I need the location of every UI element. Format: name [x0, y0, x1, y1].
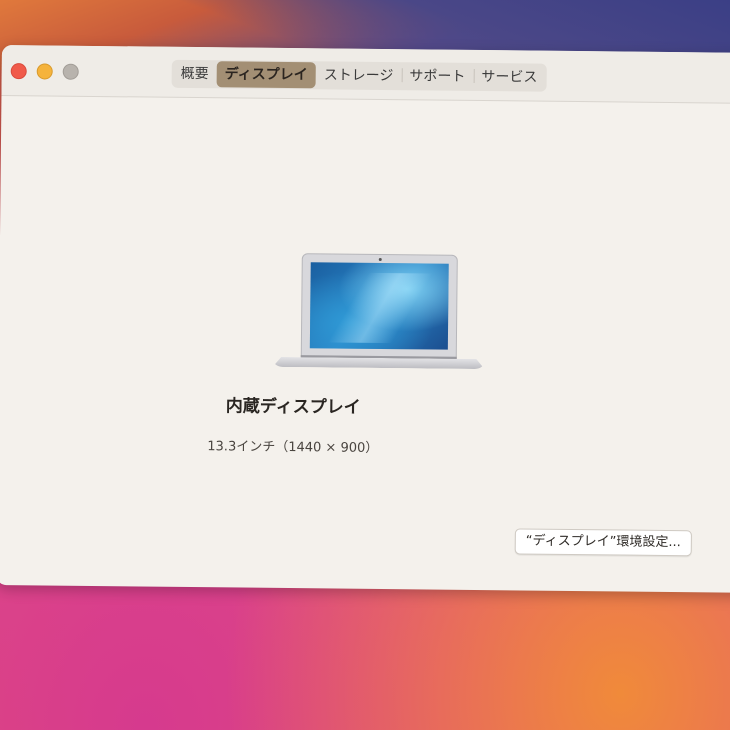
- display-preferences-button[interactable]: “ディスプレイ”環境設定...: [514, 528, 692, 557]
- tab-bar: 概要 ディスプレイ ストレージ サポート サービス: [171, 59, 547, 92]
- tab-service[interactable]: サービス: [473, 64, 545, 91]
- tab-displays[interactable]: ディスプレイ: [216, 61, 316, 89]
- tab-storage[interactable]: ストレージ: [316, 62, 402, 89]
- minimize-window-button[interactable]: [36, 63, 53, 80]
- display-spec: 13.3インチ（1440 × 900）: [207, 439, 379, 456]
- display-name: 内蔵ディスプレイ: [225, 396, 361, 418]
- zoom-window-button[interactable]: [62, 63, 79, 80]
- laptop-lid: [300, 253, 458, 359]
- about-this-mac-window: 概要 ディスプレイ ストレージ サポート サービス 内蔵ディスプレイ 13.3イ…: [0, 45, 730, 593]
- window-titlebar: 概要 ディスプレイ ストレージ サポート サービス: [1, 45, 730, 104]
- camera-dot: [378, 257, 382, 261]
- desktop-wallpaper: 概要 ディスプレイ ストレージ サポート サービス 内蔵ディスプレイ 13.3イ…: [0, 0, 730, 730]
- laptop-screen: [309, 262, 449, 350]
- displays-pane: 内蔵ディスプレイ 13.3インチ（1440 × 900） “ディスプレイ”環境設…: [0, 96, 730, 593]
- tab-support[interactable]: サポート: [401, 63, 473, 90]
- tab-overview[interactable]: 概要: [173, 61, 217, 87]
- close-window-button[interactable]: [10, 63, 27, 80]
